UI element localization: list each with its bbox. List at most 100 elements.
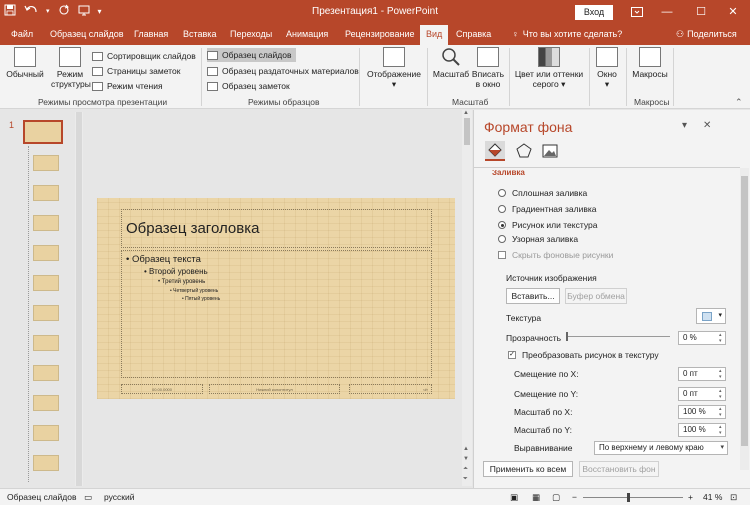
clipboard-button[interactable]: Буфер обмена [565, 288, 627, 304]
scroll-down-icon[interactable]: ▼ [463, 456, 469, 462]
macros-group-label: Макросы [634, 97, 670, 107]
date-placeholder[interactable]: 00.00.0000 [121, 384, 203, 394]
layout-thumbnail[interactable] [33, 275, 59, 291]
tab-help[interactable]: Справка [456, 25, 491, 45]
zoom-level[interactable]: 41 % [703, 492, 722, 502]
normal-view-icon [14, 47, 36, 67]
layout-thumbnail[interactable] [33, 455, 59, 471]
slide-scrollbar[interactable]: ▲ ▲ ▼ ⏶ ⏷ [462, 110, 472, 486]
tab-insert[interactable]: Вставка [183, 25, 216, 45]
layout-thumbnail[interactable] [33, 245, 59, 261]
thumbnail-scrollbar[interactable] [75, 112, 83, 486]
tile-texture-checkbox[interactable]: ✓ Преобразовать рисунок в текстуру [508, 350, 659, 360]
slide-sorter-icon[interactable]: ▦ [532, 492, 540, 503]
layout-thumbnail[interactable] [33, 395, 59, 411]
tab-transitions[interactable]: Переходы [230, 25, 272, 45]
scale-x-field[interactable]: 100 % [678, 405, 726, 419]
apply-to-all-button[interactable]: Применить ко всем [483, 461, 573, 477]
layout-thumbnail[interactable] [33, 215, 59, 231]
macros-button[interactable]: Макросы [630, 47, 670, 79]
pattern-fill-radio[interactable]: Узорная заливка [498, 234, 578, 244]
spellcheck-icon[interactable]: ▭ [84, 492, 92, 503]
body-placeholder[interactable]: • Образец текста • Второй уровень • Трет… [121, 250, 432, 378]
normal-view-button[interactable]: Обычный [6, 47, 44, 79]
alignment-label: Выравнивание [514, 443, 573, 453]
share-button[interactable]: ⚇ Поделиться [676, 25, 737, 44]
slide-canvas[interactable]: Образец заголовка • Образец текста • Вто… [97, 198, 455, 399]
texture-picker[interactable]: ▾ [696, 308, 726, 324]
prev-slide-icon[interactable]: ⏶ [463, 466, 468, 473]
picture-icon[interactable] [540, 141, 560, 161]
tab-review[interactable]: Рецензирование [345, 25, 415, 45]
scale-y-field[interactable]: 100 % [678, 423, 726, 437]
next-slide-icon[interactable]: ⏷ [463, 476, 468, 483]
maximize-icon[interactable]: ☐ [686, 0, 716, 25]
window-button[interactable]: Окно ▾ [592, 47, 622, 89]
pane-scrollbar[interactable] [740, 168, 749, 470]
zoom-slider[interactable] [583, 493, 683, 502]
scroll-up-icon[interactable]: ▲ [463, 446, 469, 452]
footer-placeholder[interactable]: Нижний колонтитул [209, 384, 340, 394]
close-icon[interactable]: ✕ [703, 120, 711, 131]
layout-thumbnail[interactable] [33, 305, 59, 321]
outline-view-button[interactable]: Режим структуры [51, 47, 91, 89]
tab-view[interactable]: Вид [420, 25, 449, 45]
fit-to-window-button[interactable]: Вписать в окно [470, 47, 506, 89]
hide-background-checkbox[interactable]: Скрыть фоновые рисунки [498, 250, 613, 260]
tab-home[interactable]: Главная [134, 25, 168, 45]
tab-animation[interactable]: Анимация [286, 25, 328, 45]
title-placeholder[interactable]: Образец заголовка [121, 209, 432, 248]
tell-me-label: Что вы хотите сделать? [522, 29, 623, 39]
layout-thumbnail[interactable] [33, 185, 59, 201]
offset-x-field[interactable]: 0 пт [678, 367, 726, 381]
alignment-dropdown[interactable]: По верхнему и левому краю ▾ [594, 441, 728, 455]
fill-icon[interactable] [485, 141, 505, 161]
color-grayscale-button[interactable]: Цвет или оттенки серого ▾ [512, 47, 586, 89]
show-button[interactable]: Отображение ▾ [365, 47, 423, 89]
effects-icon[interactable] [514, 141, 534, 161]
fill-section-header[interactable]: Заливка [492, 170, 525, 176]
normal-view-icon[interactable]: ▣ [510, 492, 518, 503]
slide-sorter-button[interactable]: Сортировщик слайдов [92, 49, 196, 63]
insert-button[interactable]: Вставить... [506, 288, 560, 304]
layout-thumbnail[interactable] [33, 335, 59, 351]
master-thumbnail[interactable] [23, 120, 63, 144]
scrollbar-thumb[interactable] [464, 118, 470, 145]
picture-fill-radio[interactable]: Рисунок или текстура [498, 220, 597, 230]
layout-thumbnail[interactable] [33, 425, 59, 441]
transparency-field[interactable]: 0 % [678, 331, 726, 345]
layout-thumbnail[interactable] [33, 365, 59, 381]
handout-master-button[interactable]: Образец раздаточных материалов [207, 64, 359, 78]
pane-options-icon[interactable]: ▾ [682, 120, 687, 131]
level-2-text: • Второй уровень [144, 267, 208, 276]
signin-button[interactable]: Вход [575, 5, 613, 20]
zoom-in-icon[interactable]: + [688, 492, 693, 502]
reset-background-button[interactable]: Восстановить фон [579, 461, 659, 477]
gradient-fill-radio[interactable]: Градиентная заливка [498, 204, 596, 214]
notes-page-button[interactable]: Страницы заметок [92, 64, 180, 78]
tell-me-search[interactable]: ♀ Что вы хотите сделать? [512, 25, 622, 44]
fit-slide-icon[interactable]: ⊡ [730, 492, 737, 503]
slide-number-placeholder[interactable]: ‹#› [349, 384, 432, 394]
language-status[interactable]: русский [104, 492, 135, 502]
minimize-icon[interactable]: — [652, 0, 682, 25]
ribbon-display-icon[interactable] [622, 0, 652, 25]
transparency-slider[interactable] [566, 332, 670, 341]
zoom-button[interactable]: Масштаб [432, 47, 470, 79]
tab-slide-master[interactable]: Образец слайдов [50, 25, 124, 45]
slide-master-button[interactable]: Образец слайдов [207, 48, 296, 62]
solid-fill-radio[interactable]: Сплошная заливка [498, 188, 587, 198]
collapse-ribbon-icon[interactable]: ⌃ [735, 97, 743, 108]
radio-circle [498, 189, 506, 197]
close-icon[interactable]: ✕ [718, 0, 748, 25]
offset-y-field[interactable]: 0 пт [678, 387, 726, 401]
reading-view-icon[interactable]: ▢ [552, 492, 560, 503]
scroll-up-icon[interactable]: ▲ [463, 110, 469, 116]
scrollbar-thumb[interactable] [76, 112, 82, 486]
reading-view-button[interactable]: Режим чтения [92, 79, 163, 93]
tab-file[interactable]: Файл [11, 25, 33, 45]
scrollbar-thumb[interactable] [741, 176, 748, 446]
zoom-out-icon[interactable]: − [572, 492, 577, 502]
notes-master-button[interactable]: Образец заметок [207, 79, 290, 93]
layout-thumbnail[interactable] [33, 155, 59, 171]
